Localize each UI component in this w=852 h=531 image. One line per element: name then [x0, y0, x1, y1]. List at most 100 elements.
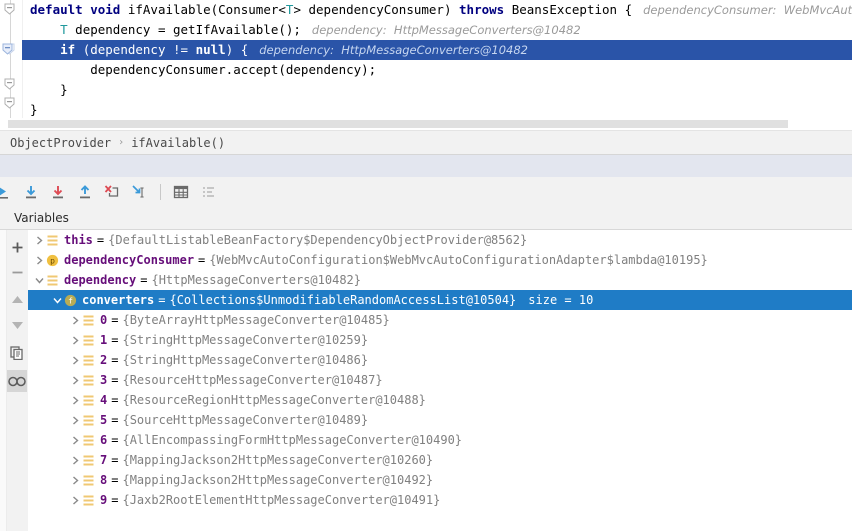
editor-gutter[interactable]	[0, 0, 23, 118]
variable-value: {ResourceHttpMessageConverter@10487}	[122, 373, 383, 387]
breadcrumb-method[interactable]: ifAvailable()	[131, 136, 225, 150]
variable-name: 3	[100, 373, 108, 387]
variable-kind-icon	[82, 334, 95, 347]
variables-tree[interactable]: this = {DefaultListableBeanFactory$Depende…	[28, 230, 852, 531]
remove-watch-icon[interactable]	[7, 261, 27, 283]
copy-value-icon[interactable]	[7, 342, 27, 364]
watches-icon[interactable]	[7, 370, 27, 392]
var-this[interactable]: this = {DefaultListableBeanFactory$Depende…	[28, 230, 852, 250]
move-down-icon[interactable]	[7, 314, 27, 336]
variable-value: {StringHttpMessageConverter@10486}	[122, 353, 369, 367]
var-index-2[interactable]: 2 = {StringHttpMessageConverter@10486}	[28, 350, 852, 370]
code-lines[interactable]: default void ifAvailable(Consumer<T> dep…	[22, 0, 852, 118]
variable-value: {MappingJackson2HttpMessageConverter@102…	[122, 453, 434, 467]
variable-equals: =	[111, 393, 119, 407]
tree-expander-icon[interactable]	[68, 330, 82, 350]
var-dependency[interactable]: dependency = {HttpMessageConverters@10482}	[28, 270, 852, 290]
var-dependency-consumer[interactable]: p dependencyConsumer = {WebMvcAutoConfigura…	[28, 250, 852, 270]
variable-name: dependencyConsumer	[64, 253, 195, 267]
tree-expander-icon[interactable]	[32, 250, 46, 270]
var-index-4[interactable]: 4 = {ResourceRegionHttpMessageConverter@10…	[28, 390, 852, 410]
var-converters[interactable]: f converters = {Collections$UnmodifiableRan…	[28, 290, 852, 310]
fold-marker-method[interactable]	[3, 3, 18, 18]
var-index-3[interactable]: 3 = {ResourceHttpMessageConverter@10487}	[28, 370, 852, 390]
variable-equals: =	[111, 453, 119, 467]
line-close-if[interactable]: }	[22, 80, 852, 100]
force-step-into-icon[interactable]	[99, 179, 125, 205]
execution-point-icon	[1, 42, 17, 58]
variable-value: {Jaxb2RootElementHttpMessageConverter@10…	[122, 493, 441, 507]
tree-expander-icon[interactable]	[32, 230, 46, 250]
var-index-1[interactable]: 1 = {StringHttpMessageConverter@10259}	[28, 330, 852, 350]
tree-expander-icon[interactable]	[68, 470, 82, 490]
tree-expander-icon[interactable]	[68, 410, 82, 430]
tree-expander-icon[interactable]	[68, 350, 82, 370]
line-accept-call[interactable]: dependencyConsumer.accept(dependency);	[22, 60, 852, 80]
variable-kind-icon	[82, 434, 95, 447]
variables-tab-label: Variables	[14, 210, 69, 225]
line-signature[interactable]: default void ifAvailable(Consumer<T> dep…	[22, 0, 852, 20]
fold-marker-end-if[interactable]	[3, 78, 18, 93]
tree-expander-icon[interactable]	[68, 490, 82, 510]
variable-kind-icon	[82, 374, 95, 387]
variables-tab-header[interactable]: Variables	[0, 206, 852, 230]
add-watch-icon[interactable]	[7, 236, 27, 258]
svg-text:p: p	[50, 256, 55, 265]
tree-expander-icon[interactable]	[68, 430, 82, 450]
sort-values-icon	[195, 179, 221, 205]
variable-value: {SourceHttpMessageConverter@10489}	[122, 413, 369, 427]
code-editor[interactable]: default void ifAvailable(Consumer<T> dep…	[0, 0, 852, 118]
variable-value: {WebMvcAutoConfiguration$WebMvcAutoConfi…	[209, 253, 708, 267]
var-index-6[interactable]: 6 = {AllEncompassingFormHttpMessageConvert…	[28, 430, 852, 450]
tree-expander-icon[interactable]	[68, 450, 82, 470]
variable-kind-icon: f	[64, 294, 77, 307]
var-index-0[interactable]: 0 = {ByteArrayHttpMessageConverter@10485}	[28, 310, 852, 330]
variable-equals: =	[198, 253, 206, 267]
tree-expander-icon[interactable]	[50, 290, 64, 310]
toolwindow-divider[interactable]	[0, 155, 852, 177]
line-null-check[interactable]: if (dependency != null) { dependency: Ht…	[22, 40, 852, 60]
variable-name: 6	[100, 433, 108, 447]
variable-equals: =	[111, 493, 119, 507]
variable-equals: =	[111, 333, 119, 347]
debugger-toolbar[interactable]	[0, 177, 852, 207]
variable-kind-icon	[82, 354, 95, 367]
var-index-7[interactable]: 7 = {MappingJackson2HttpMessageConverter@1…	[28, 450, 852, 470]
editor-hscroll-thumb[interactable]	[8, 120, 788, 128]
variable-value: {ResourceRegionHttpMessageConverter@1048…	[122, 393, 426, 407]
step-over-icon[interactable]	[18, 179, 44, 205]
variable-value: {HttpMessageConverters@10482}	[151, 273, 361, 287]
breadcrumb-class[interactable]: ObjectProvider	[10, 136, 111, 150]
variable-kind-icon	[82, 454, 95, 467]
move-up-icon[interactable]	[7, 288, 27, 310]
var-index-5[interactable]: 5 = {SourceHttpMessageConverter@10489}	[28, 410, 852, 430]
evaluate-expression-icon[interactable]	[168, 179, 194, 205]
variable-kind-icon	[82, 394, 95, 407]
variable-kind-icon	[82, 494, 95, 507]
variable-value: {DefaultListableBeanFactory$DependencyOb…	[108, 233, 528, 247]
variable-equals: =	[111, 373, 119, 387]
rail-scroll-strip[interactable]	[0, 230, 7, 531]
var-index-9[interactable]: 9 = {Jaxb2RootElementHttpMessageConverter@…	[28, 490, 852, 510]
tree-expander-icon[interactable]	[68, 390, 82, 410]
var-index-8[interactable]: 8 = {MappingJackson2HttpMessageConverter@1…	[28, 470, 852, 490]
run-to-cursor-icon[interactable]	[126, 179, 152, 205]
show-execution-point-icon[interactable]	[0, 179, 17, 205]
tree-expander-icon[interactable]	[68, 370, 82, 390]
variable-equals: =	[158, 293, 166, 307]
step-out-icon[interactable]	[72, 179, 98, 205]
fold-marker-end-method[interactable]	[3, 97, 18, 112]
variable-kind-icon	[46, 234, 59, 247]
variable-value: {StringHttpMessageConverter@10259}	[122, 333, 369, 347]
line-get-if-available[interactable]: T dependency = getIfAvailable(); depende…	[22, 20, 852, 40]
variable-name: converters	[82, 293, 155, 307]
tree-expander-icon[interactable]	[32, 270, 46, 290]
step-into-icon[interactable]	[45, 179, 71, 205]
tree-expander-icon[interactable]	[68, 310, 82, 330]
variable-name: 7	[100, 453, 108, 467]
line-close-method[interactable]: }	[22, 100, 852, 118]
variable-name: this	[64, 233, 93, 247]
variables-side-rail[interactable]	[0, 230, 29, 531]
variable-name: 1	[100, 333, 108, 347]
breadcrumb[interactable]: ObjectProvider › ifAvailable()	[0, 130, 852, 155]
